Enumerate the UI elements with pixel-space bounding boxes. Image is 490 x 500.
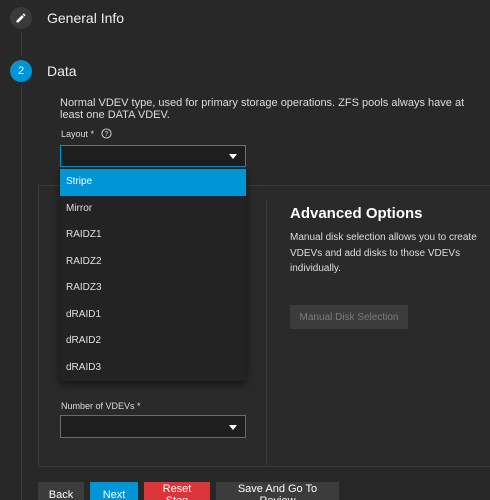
step-general-info[interactable]: General Info [10,7,124,29]
vdev-description: Normal VDEV type, used for primary stora… [60,97,465,121]
step-number-badge: 2 [10,60,32,82]
next-button[interactable]: Next [90,482,138,500]
step-label: Data [47,63,77,79]
svg-text:?: ? [105,131,109,138]
advanced-options-text: Manual disk selection allows you to crea… [290,232,477,274]
option-draid3[interactable]: dRAID3 [60,355,246,382]
layout-label: Layout * ? [61,128,112,139]
step-label: General Info [47,10,125,26]
caret-down-icon [229,154,237,159]
vdevs-select[interactable] [60,415,246,438]
vdevs-label: Number of VDEVs * [61,401,141,411]
back-button[interactable]: Back [38,482,84,500]
option-draid1[interactable]: dRAID1 [60,302,246,329]
layout-dropdown: Stripe Mirror RAIDZ1 RAIDZ2 RAIDZ3 dRAID… [60,169,246,381]
pencil-icon [10,7,32,29]
option-mirror[interactable]: Mirror [60,196,246,223]
layout-label-text: Layout * [61,128,95,139]
step-data[interactable]: 2 Data [10,60,77,82]
advanced-options-title: Advanced Options [290,205,423,222]
option-raidz2[interactable]: RAIDZ2 [60,249,246,276]
step-connector [21,86,22,500]
option-raidz3[interactable]: RAIDZ3 [60,275,246,302]
help-icon[interactable]: ? [101,128,112,139]
option-draid2[interactable]: dRAID2 [60,328,246,355]
caret-down-icon [229,425,237,430]
card-divider [266,200,267,465]
manual-disk-selection-button[interactable]: Manual Disk Selection [290,305,408,329]
layout-select[interactable] [60,145,246,167]
save-and-review-button[interactable]: Save And Go To Review [216,482,339,500]
step-connector [21,32,22,56]
option-raidz1[interactable]: RAIDZ1 [60,222,246,249]
option-stripe[interactable]: Stripe [60,169,246,196]
reset-step-button[interactable]: Reset Step [144,482,210,500]
